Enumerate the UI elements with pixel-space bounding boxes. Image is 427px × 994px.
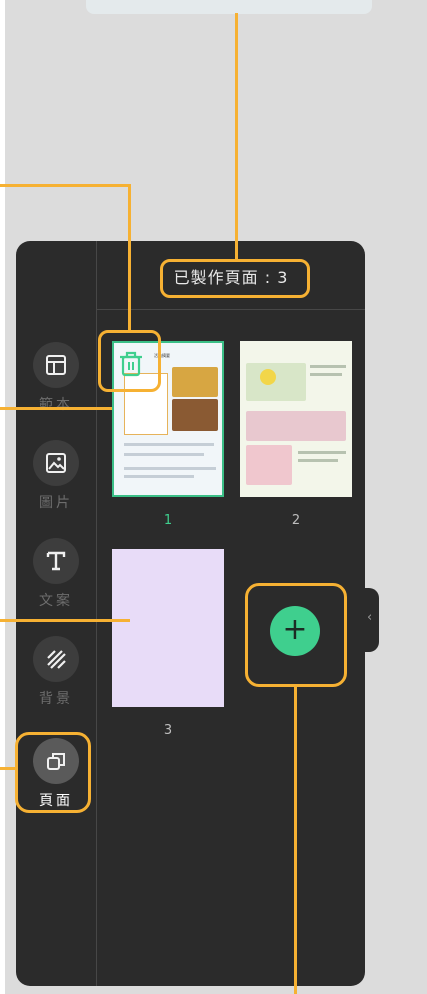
sidebar-item-label: 圖片 [39, 495, 73, 511]
page-thumbnail-3[interactable] [112, 549, 224, 707]
callout-line [294, 686, 297, 994]
page1-photo [172, 399, 218, 431]
page2-text-line [310, 365, 346, 368]
page2-text-line [310, 373, 342, 376]
page1-text-line [124, 475, 194, 478]
page2-photo [246, 411, 346, 441]
page1-text-line [124, 443, 214, 446]
sidebar-item-label: 文案 [39, 593, 73, 609]
callout-line [0, 184, 131, 187]
template-icon [33, 342, 79, 388]
callout-line [0, 407, 112, 410]
chevron-left-icon: ‹ [367, 610, 373, 625]
callout-box-pages-tab [15, 732, 91, 813]
page1-text-line [124, 467, 216, 470]
callout-box-delete [98, 330, 161, 392]
callout-line [128, 184, 131, 331]
collapse-panel-handle[interactable]: ‹ [365, 588, 379, 652]
page1-text-line [124, 453, 204, 456]
callout-line [235, 13, 238, 260]
callout-box-page-count [160, 259, 310, 298]
page2-text-line [298, 459, 338, 462]
background-icon [33, 636, 79, 682]
callout-line [0, 619, 130, 622]
text-icon [33, 538, 79, 584]
page2-text-line [298, 451, 346, 454]
sidebar-item-label: 背景 [39, 691, 73, 707]
page-number-2: 2 [291, 513, 301, 528]
callout-box-add-page [245, 583, 347, 687]
image-icon [33, 440, 79, 486]
page2-sticker [260, 369, 276, 385]
panel-divider-horizontal [97, 309, 365, 310]
page-number-1: 1 [163, 513, 173, 528]
top-toolbar-edge [86, 0, 372, 14]
page-number-3: 3 [163, 723, 173, 738]
sidebar-item-image[interactable]: 圖片 [16, 440, 96, 512]
sidebar-item-label: 範本 [39, 397, 73, 413]
page1-photo [172, 367, 218, 397]
sidebar-item-text[interactable]: 文案 [16, 538, 96, 610]
sidebar-item-template[interactable]: 範本 [16, 342, 96, 414]
callout-line [0, 767, 16, 770]
page-thumbnail-2[interactable] [240, 341, 352, 497]
sidebar-item-background[interactable]: 背景 [16, 636, 96, 708]
page2-photo [246, 363, 306, 401]
panel-divider-vertical [96, 241, 97, 986]
page2-photo [246, 445, 292, 485]
